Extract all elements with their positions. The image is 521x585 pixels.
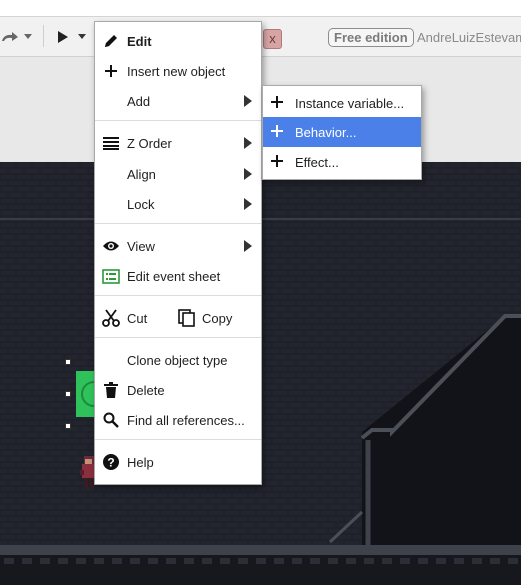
selected-object[interactable] [76, 371, 107, 417]
menu-item-lock[interactable]: Lock [95, 190, 261, 218]
menu-item-label: Find all references... [127, 413, 245, 428]
play-icon [58, 31, 68, 43]
svg-text:?: ? [107, 456, 114, 470]
menu-item-label: Add [127, 94, 151, 109]
tab-close-button[interactable]: x [263, 29, 282, 49]
submenu-item-instance-variable[interactable]: Instance variable... [263, 88, 421, 118]
menu-item-label: Edit [127, 34, 152, 49]
submenu-arrow-icon [244, 137, 252, 149]
menu-item-label: Z Order [127, 136, 172, 151]
menu-item-copy[interactable]: Copy [175, 304, 261, 332]
free-edition-badge[interactable]: Free edition [328, 28, 414, 47]
menu-item-label: Align [127, 167, 156, 182]
eye-icon [102, 237, 120, 255]
menu-item-cut[interactable]: Cut [95, 304, 173, 332]
redo-button[interactable] [0, 26, 20, 48]
menu-item-label: Cut [127, 311, 148, 326]
menu-item-label: Clone object type [127, 353, 228, 368]
submenu-arrow-icon [244, 198, 252, 210]
plus-icon [102, 62, 120, 80]
menu-item-label: Edit event sheet [127, 269, 221, 284]
redo-dropdown-button[interactable] [24, 26, 32, 48]
menu-item-help[interactable]: ? Help [95, 448, 261, 476]
username-label[interactable]: AndreLuizEstevam [417, 30, 521, 45]
submenu-item-label: Effect... [295, 155, 339, 170]
selection-handle[interactable] [65, 359, 71, 365]
menu-separator [95, 337, 261, 338]
menu-separator [95, 295, 261, 296]
menu-item-z-order[interactable]: Z Order [95, 129, 261, 157]
submenu-item-effect[interactable]: Effect... [263, 147, 421, 177]
menu-item-label: Delete [127, 383, 165, 398]
redo-icon [2, 32, 18, 41]
run-dropdown-button[interactable] [78, 26, 86, 48]
menu-item-label: Insert new object [127, 64, 226, 79]
search-icon [102, 411, 120, 429]
event-sheet-icon [102, 267, 120, 285]
selection-handle[interactable] [65, 423, 71, 429]
menu-item-find-all-references[interactable]: Find all references... [95, 406, 261, 434]
selection-handle[interactable] [65, 391, 71, 397]
add-submenu: Instance variable... Behavior... Effect.… [262, 85, 422, 180]
context-menu: Edit Insert new object Add Z Order Align… [94, 21, 262, 485]
ring-icon [81, 381, 107, 407]
trash-icon [102, 381, 120, 399]
plus-icon [270, 95, 286, 111]
menu-separator [95, 120, 261, 121]
submenu-arrow-icon [244, 168, 252, 180]
menu-item-label: Copy [202, 311, 233, 326]
menu-item-edit[interactable]: Edit [95, 27, 261, 55]
menu-item-edit-event-sheet[interactable]: Edit event sheet [95, 262, 261, 290]
plus-icon [270, 124, 286, 140]
menu-item-label: Help [127, 455, 154, 470]
submenu-arrow-icon [244, 240, 252, 252]
copy-icon [178, 309, 196, 327]
run-button[interactable] [56, 26, 70, 48]
menu-item-label: Lock [127, 197, 155, 212]
menu-item-clone-object-type[interactable]: Clone object type [95, 346, 261, 374]
submenu-item-label: Behavior... [295, 125, 357, 140]
chevron-down-icon [78, 34, 86, 39]
plus-icon [270, 154, 286, 170]
chevron-down-icon [24, 34, 32, 39]
window-top-strip [0, 0, 521, 17]
menu-item-align[interactable]: Align [95, 160, 261, 188]
scissors-icon [102, 309, 120, 327]
toolbar-divider [43, 25, 44, 47]
help-icon: ? [102, 453, 120, 471]
menu-item-add[interactable]: Add [95, 87, 261, 115]
menu-item-delete[interactable]: Delete [95, 376, 261, 404]
submenu-item-behavior[interactable]: Behavior... [263, 117, 421, 147]
menu-item-label: View [127, 239, 155, 254]
submenu-item-label: Instance variable... [295, 96, 405, 111]
submenu-arrow-icon [244, 95, 252, 107]
menu-item-insert-new-object[interactable]: Insert new object [95, 57, 261, 85]
pencil-icon [102, 32, 120, 50]
menu-item-view[interactable]: View [95, 232, 261, 260]
list-icon [102, 134, 120, 152]
menu-separator [95, 223, 261, 224]
menu-separator [95, 439, 261, 440]
